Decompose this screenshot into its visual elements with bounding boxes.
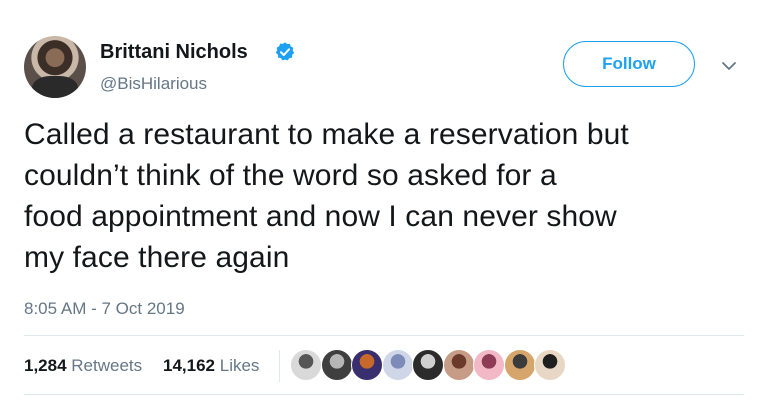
divider xyxy=(24,394,744,395)
retweets-count: 1,284 xyxy=(24,356,67,375)
liker-avatar[interactable] xyxy=(534,349,566,381)
avatar-figure xyxy=(32,76,78,98)
tweet-card: Brittani Nichols @BisHilarious Follow Ca… xyxy=(0,0,768,402)
tweet-timestamp[interactable]: 8:05 AM - 7 Oct 2019 xyxy=(24,299,185,319)
chevron-down-icon[interactable] xyxy=(721,60,737,72)
likes-stat[interactable]: 14,162 Likes xyxy=(163,356,259,376)
liker-avatar[interactable] xyxy=(351,349,383,381)
likes-count: 14,162 xyxy=(163,356,215,375)
display-name[interactable]: Brittani Nichols xyxy=(100,40,248,64)
likes-label: Likes xyxy=(219,356,260,375)
liker-avatar[interactable] xyxy=(290,349,322,381)
liker-avatar[interactable] xyxy=(412,349,444,381)
tweet-text: Called a restaurant to make a reservatio… xyxy=(24,118,629,274)
avatar[interactable] xyxy=(24,36,86,98)
user-handle[interactable]: @BisHilarious xyxy=(100,74,207,94)
liker-avatar[interactable] xyxy=(381,349,414,381)
stats-separator xyxy=(279,350,280,382)
liker-avatar[interactable] xyxy=(503,349,536,381)
divider xyxy=(24,335,744,336)
liker-avatar[interactable] xyxy=(320,349,353,381)
retweets-label: Retweets xyxy=(71,356,143,375)
follow-button[interactable]: Follow xyxy=(563,41,695,87)
retweets-stat[interactable]: 1,284 Retweets xyxy=(24,356,142,376)
verified-badge-icon xyxy=(275,42,295,61)
liker-avatar[interactable] xyxy=(442,349,475,381)
liker-avatar[interactable] xyxy=(473,349,505,381)
